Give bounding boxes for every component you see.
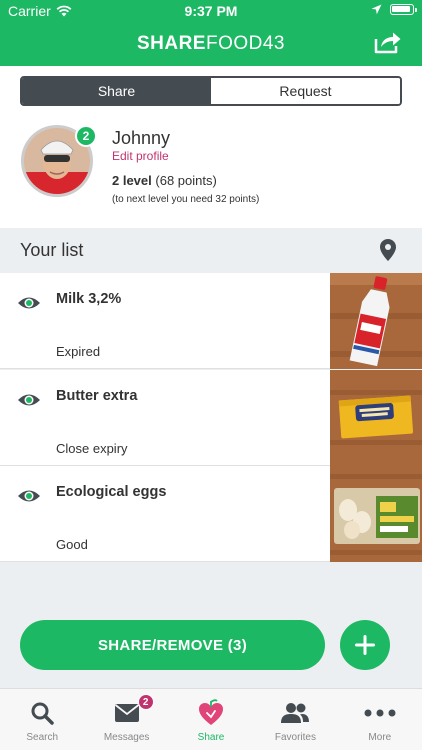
list-item[interactable]: Butter extra Close expiry [0, 370, 422, 466]
share-remove-button[interactable]: SHARE/REMOVE (3) [20, 620, 325, 670]
profile-panel: Share Request 2 Johnny Edit profile 2 le… [0, 66, 422, 228]
list-header: Your list [0, 228, 422, 273]
tab-messages-label: Messages [103, 732, 150, 743]
search-icon [31, 702, 54, 725]
list-title: Your list [20, 240, 84, 260]
item-thumbnail [330, 466, 422, 562]
item-status: Close expiry [56, 441, 128, 456]
tab-favorites-label: Favorites [274, 732, 316, 743]
item-status: Expired [56, 344, 101, 359]
app-title: SHAREFOOD43 [0, 33, 422, 55]
app-title-regular: FOOD43 [205, 33, 286, 54]
app-header: Carrier 9:37 PM SHAREFOOD43 [0, 0, 422, 66]
share-request-toggle: Share Request [20, 76, 402, 106]
item-thumbnail [330, 370, 422, 466]
item-name: Milk 3,2% [56, 291, 122, 307]
tab-search[interactable]: Search [0, 689, 84, 750]
add-button[interactable] [340, 620, 390, 670]
eye-icon[interactable] [17, 392, 41, 408]
edit-profile-link[interactable]: Edit profile [112, 149, 169, 163]
profile-name: Johnny [112, 128, 171, 148]
level-points: (68 points) [155, 173, 217, 188]
tab-messages[interactable]: 2 Messages [84, 689, 168, 750]
tab-more-label: More [368, 732, 392, 743]
tab-share-label: Share [197, 732, 225, 743]
envelope-icon [114, 704, 139, 722]
plus-icon [355, 635, 375, 655]
app-title-bold: SHARE [136, 33, 206, 54]
item-status: Good [56, 537, 88, 552]
item-thumbnail [330, 273, 422, 369]
tab-favorites[interactable]: Favorites [253, 689, 337, 750]
eye-icon[interactable] [17, 295, 41, 311]
next-level-text: (to next level you need 32 points) [112, 194, 260, 205]
tab-search-label: Search [26, 732, 59, 743]
status-right [371, 4, 417, 15]
level-text: 2 level (68 points) [112, 173, 217, 188]
status-bar: Carrier 9:37 PM [0, 0, 422, 22]
tab-share[interactable]: Share [169, 689, 253, 750]
battery-icon [390, 4, 417, 15]
avatar-wrap[interactable]: 2 [21, 125, 97, 197]
messages-badge: 2 [137, 694, 154, 710]
list-item[interactable]: Ecological eggs Good [0, 466, 422, 562]
map-pin-icon[interactable] [380, 239, 396, 261]
item-name: Ecological eggs [56, 484, 167, 500]
tab-share-segment[interactable]: Share [22, 78, 211, 104]
share-out-icon[interactable] [374, 30, 402, 54]
status-time: 9:37 PM [184, 3, 238, 19]
list-item[interactable]: Milk 3,2% Expired [0, 273, 422, 369]
people-icon [281, 703, 310, 723]
tab-more[interactable]: More [338, 689, 422, 750]
item-name: Butter extra [56, 388, 138, 404]
heart-apple-icon [199, 699, 224, 725]
tab-request-segment[interactable]: Request [211, 78, 400, 104]
more-dots-icon [364, 709, 396, 717]
eye-icon[interactable] [17, 488, 41, 504]
location-arrow-icon [371, 4, 382, 15]
level-badge: 2 [75, 125, 97, 147]
level-label: 2 level [112, 173, 152, 188]
tab-bar: Search 2 Messages Share Favorites More [0, 688, 422, 750]
